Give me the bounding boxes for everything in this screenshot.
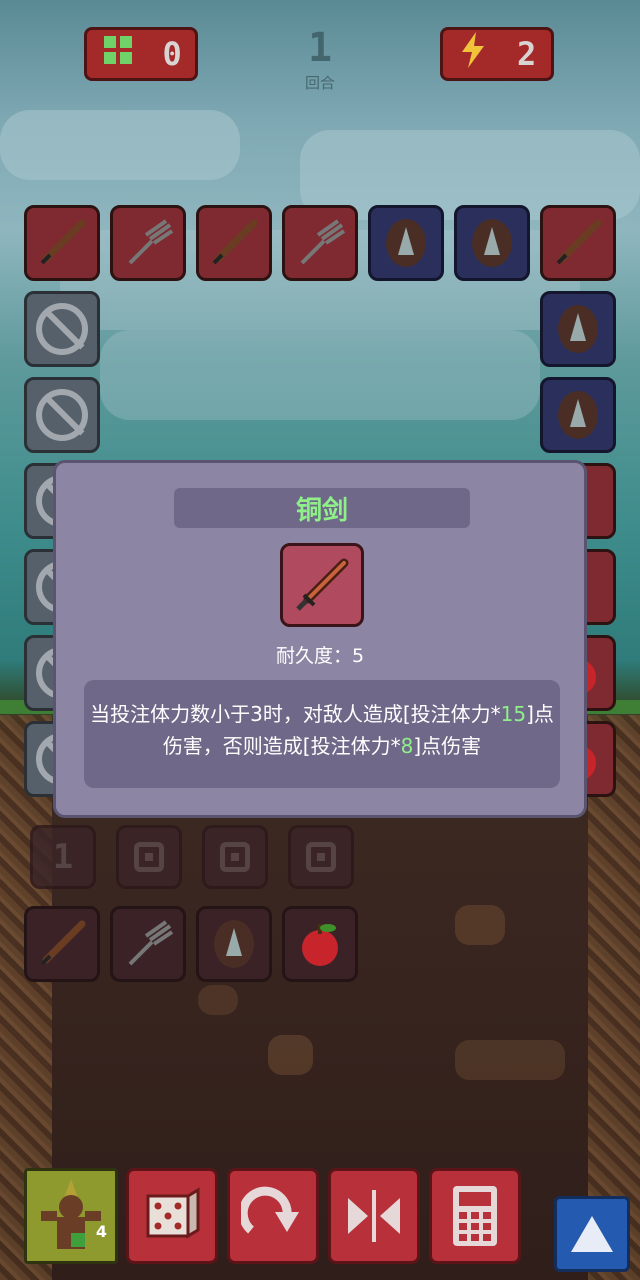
up-arrow-icon bbox=[571, 1216, 613, 1252]
mirror-button[interactable] bbox=[328, 1168, 420, 1264]
modal-title-bar: 铜剑 bbox=[174, 488, 470, 528]
redo-arrow-icon bbox=[241, 1186, 299, 1234]
round-number: 1 bbox=[307, 25, 333, 71]
calculator-icon bbox=[453, 1186, 497, 1246]
copper-sword-icon bbox=[296, 558, 349, 611]
shield-icon bbox=[472, 219, 512, 267]
apple-icon bbox=[302, 924, 338, 966]
redo-button[interactable] bbox=[227, 1168, 319, 1264]
rock bbox=[455, 1040, 565, 1080]
rock bbox=[455, 905, 505, 945]
bet-slot[interactable] bbox=[116, 825, 182, 889]
bet-slot[interactable] bbox=[202, 825, 268, 889]
shield-icon bbox=[558, 305, 598, 353]
sword-icon bbox=[40, 219, 86, 265]
round-label: 回合 bbox=[304, 74, 335, 92]
empty-token-icon bbox=[134, 842, 164, 872]
hero-count: 4 bbox=[95, 1222, 107, 1241]
desc-damage-high: 8 bbox=[400, 734, 414, 758]
luck-value: 0 bbox=[162, 35, 182, 73]
bet-slot-value: 1 bbox=[52, 837, 74, 877]
sword-icon bbox=[556, 219, 602, 265]
dice-icon bbox=[146, 1187, 200, 1239]
roll-dice-button[interactable] bbox=[126, 1168, 218, 1264]
item-shield[interactable] bbox=[196, 906, 272, 982]
sword-icon bbox=[212, 219, 258, 265]
ban-icon bbox=[36, 389, 88, 441]
item-icon-frame bbox=[280, 543, 364, 627]
pitchfork-icon bbox=[300, 219, 346, 265]
bet-slot[interactable] bbox=[288, 825, 354, 889]
item-description: 当投注体力数小于3时，对敌人造成[投注体力*15]点伤害，否则造成[投注体力*8… bbox=[84, 680, 560, 788]
hero-portrait[interactable]: 4 bbox=[24, 1168, 118, 1264]
slot-pitchfork[interactable] bbox=[282, 205, 358, 281]
item-pitchfork[interactable] bbox=[110, 906, 186, 982]
slot-pitchfork[interactable] bbox=[110, 205, 186, 281]
ban-icon bbox=[36, 303, 88, 355]
shield-icon bbox=[214, 920, 254, 968]
hero-icon bbox=[27, 1171, 115, 1261]
pitchfork-icon bbox=[128, 219, 174, 265]
scroll-up-button[interactable] bbox=[554, 1196, 630, 1272]
energy-value: 2 bbox=[517, 35, 537, 73]
item-apple[interactable] bbox=[282, 906, 358, 982]
rock bbox=[268, 1035, 313, 1075]
durability-value: 5 bbox=[351, 645, 365, 667]
slot-banned bbox=[24, 377, 100, 453]
slot-shield[interactable] bbox=[368, 205, 444, 281]
slot-sword[interactable] bbox=[540, 205, 616, 281]
energy-counter: 2 bbox=[440, 27, 554, 81]
bet-slot[interactable]: 1 bbox=[30, 825, 96, 889]
rock bbox=[198, 985, 238, 1015]
shield-icon bbox=[386, 219, 426, 267]
slot-sword[interactable] bbox=[196, 205, 272, 281]
shield-icon bbox=[558, 391, 598, 439]
luck-counter: 0 bbox=[84, 27, 198, 81]
slot-shield[interactable] bbox=[454, 205, 530, 281]
durability-label: 耐久度： bbox=[275, 645, 352, 667]
item-name: 铜剑 bbox=[295, 495, 348, 526]
durability-text: 耐久度：5 bbox=[56, 641, 584, 668]
item-sword[interactable] bbox=[24, 906, 100, 982]
item-detail-modal[interactable]: 铜剑 耐久度：5 当投注体力数小于3时，对敌人造成[投注体力*15]点伤害，否则… bbox=[53, 460, 587, 818]
slot-banned bbox=[24, 291, 100, 367]
slot-sword[interactable] bbox=[24, 205, 100, 281]
desc-text: 当投注体力数小于3时，对敌人造成[投注体力* bbox=[90, 702, 501, 726]
slot-shield[interactable] bbox=[540, 291, 616, 367]
empty-token-icon bbox=[220, 842, 250, 872]
lightning-icon bbox=[458, 32, 488, 76]
desc-damage-low: 15 bbox=[500, 702, 527, 726]
sword-icon bbox=[40, 920, 86, 966]
empty-token-icon bbox=[306, 842, 336, 872]
slot-shield[interactable] bbox=[540, 377, 616, 453]
desc-text: ]点伤害 bbox=[413, 734, 482, 758]
calculator-button[interactable] bbox=[429, 1168, 521, 1264]
pitchfork-icon bbox=[128, 920, 174, 966]
clover-icon bbox=[100, 32, 136, 76]
mirror-icon bbox=[348, 1190, 400, 1242]
